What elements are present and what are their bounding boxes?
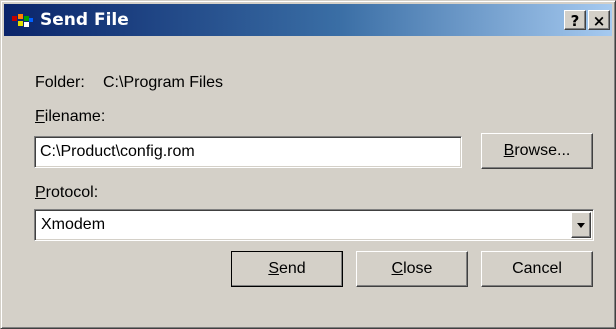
help-button[interactable]: ? — [564, 10, 586, 30]
send-label: end — [278, 260, 306, 277]
browse-label: rowse... — [514, 142, 571, 159]
close-window-button[interactable]: × — [588, 10, 610, 30]
filename-label: Filename: — [35, 107, 105, 127]
protocol-label: Protocol: — [35, 183, 98, 203]
window-title: Send File — [40, 10, 129, 30]
folder-path: C:\Program Files — [103, 74, 224, 91]
browse-accel: B — [503, 142, 515, 159]
protocol-selected-value: Xmodem — [41, 216, 106, 233]
protocol-label-text: rotocol: — [45, 184, 99, 201]
chevron-down-icon — [577, 223, 585, 228]
filename-accel: F — [35, 108, 45, 125]
close-accel: C — [391, 260, 404, 277]
send-button[interactable]: Send — [231, 251, 343, 287]
browse-button[interactable]: Browse... — [481, 133, 593, 169]
cancel-button[interactable]: Cancel — [481, 251, 593, 287]
folder-label: Folder: — [35, 74, 85, 91]
app-icon — [12, 14, 33, 27]
protocol-select[interactable]: Xmodem — [34, 209, 594, 241]
protocol-dropdown-button[interactable] — [571, 212, 591, 238]
protocol-accel: P — [35, 184, 46, 201]
send-file-dialog: Send File ? × Folder: C:\Program Files F… — [0, 0, 616, 329]
title-bar[interactable]: Send File ? × — [4, 4, 612, 36]
send-accel: S — [268, 260, 279, 277]
close-button[interactable]: Close — [356, 251, 468, 287]
filename-input[interactable] — [34, 136, 462, 168]
close-label: lose — [403, 260, 433, 277]
filename-label-text: ilename: — [44, 108, 106, 125]
